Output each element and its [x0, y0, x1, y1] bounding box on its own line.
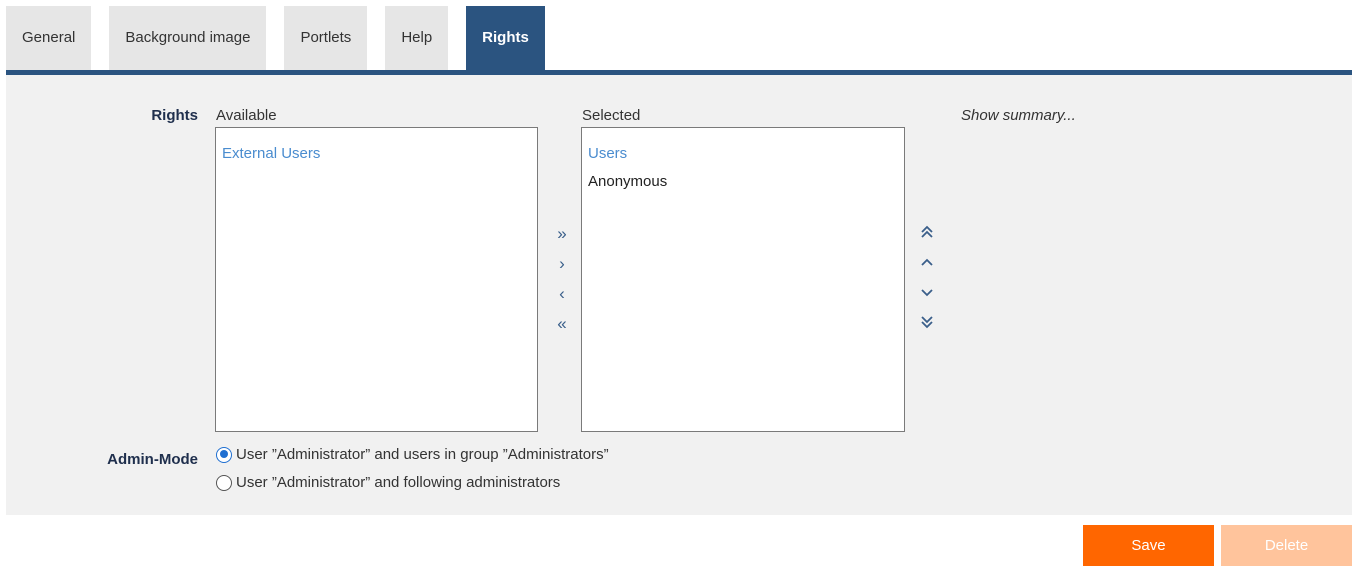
selected-listbox[interactable]: Users Anonymous: [581, 127, 905, 432]
available-header: Available: [216, 107, 277, 124]
move-top-button[interactable]: [917, 224, 937, 245]
move-up-button[interactable]: [917, 254, 937, 275]
list-item[interactable]: Anonymous: [588, 168, 898, 196]
radio-button[interactable]: [216, 446, 232, 463]
admin-mode-option-1[interactable]: User ”Administrator” and users in group …: [216, 446, 609, 463]
add-all-button[interactable]: »: [552, 224, 572, 244]
show-summary-link[interactable]: Show summary...: [961, 107, 1076, 124]
available-listbox[interactable]: External Users: [215, 127, 538, 432]
tab-bar: General Background image Portlets Help R…: [6, 6, 545, 70]
tab-rights[interactable]: Rights: [466, 6, 545, 70]
tab-background-image[interactable]: Background image: [109, 6, 267, 70]
tab-general[interactable]: General: [6, 6, 92, 70]
radio-button[interactable]: [216, 474, 232, 491]
add-button[interactable]: ›: [552, 254, 572, 274]
list-item[interactable]: Users: [588, 140, 898, 168]
rights-label: Rights: [151, 107, 198, 124]
admin-mode-label: Admin-Mode: [107, 451, 198, 468]
radio-label: User ”Administrator” and following admin…: [236, 474, 561, 491]
radio-label: User ”Administrator” and users in group …: [236, 446, 609, 463]
remove-button[interactable]: ‹: [552, 284, 572, 304]
delete-button[interactable]: Delete: [1221, 525, 1352, 566]
double-chevron-up-icon: [921, 225, 933, 238]
save-button[interactable]: Save: [1083, 525, 1214, 566]
move-down-button[interactable]: [917, 284, 937, 305]
double-chevron-down-icon: [921, 316, 933, 329]
chevron-down-icon: [921, 289, 933, 297]
admin-mode-option-2[interactable]: User ”Administrator” and following admin…: [216, 474, 560, 491]
remove-all-button[interactable]: «: [552, 314, 572, 334]
tab-portlets[interactable]: Portlets: [284, 6, 368, 70]
chevron-up-icon: [921, 258, 933, 266]
list-item[interactable]: External Users: [222, 140, 531, 168]
selected-header: Selected: [582, 107, 641, 124]
tab-help[interactable]: Help: [385, 6, 449, 70]
move-bottom-button[interactable]: [917, 314, 937, 335]
